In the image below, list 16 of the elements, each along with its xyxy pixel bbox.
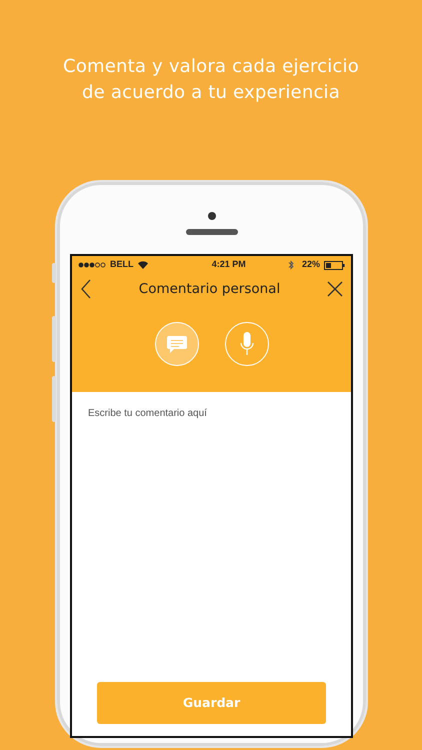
wifi-icon <box>138 261 148 269</box>
battery-percent: 22% <box>302 258 320 272</box>
bluetooth-icon <box>288 260 294 270</box>
carrier-name: BELL <box>110 258 134 272</box>
close-icon[interactable] <box>326 281 343 297</box>
status-time: 4:21 PM <box>210 258 247 272</box>
microphone-icon <box>240 332 254 356</box>
headline: Comenta y valora cada ejercicio de acuerdo a tu experiencia <box>62 55 360 105</box>
back-icon[interactable] <box>80 279 92 299</box>
chat-icon <box>166 336 186 352</box>
save-button[interactable]: Guardar <box>97 682 326 724</box>
speaker-grille <box>186 228 238 234</box>
screen-title: Comentario personal <box>138 280 280 299</box>
battery-icon <box>324 260 345 270</box>
signal-icon <box>78 262 106 268</box>
camera-dot <box>208 212 216 220</box>
